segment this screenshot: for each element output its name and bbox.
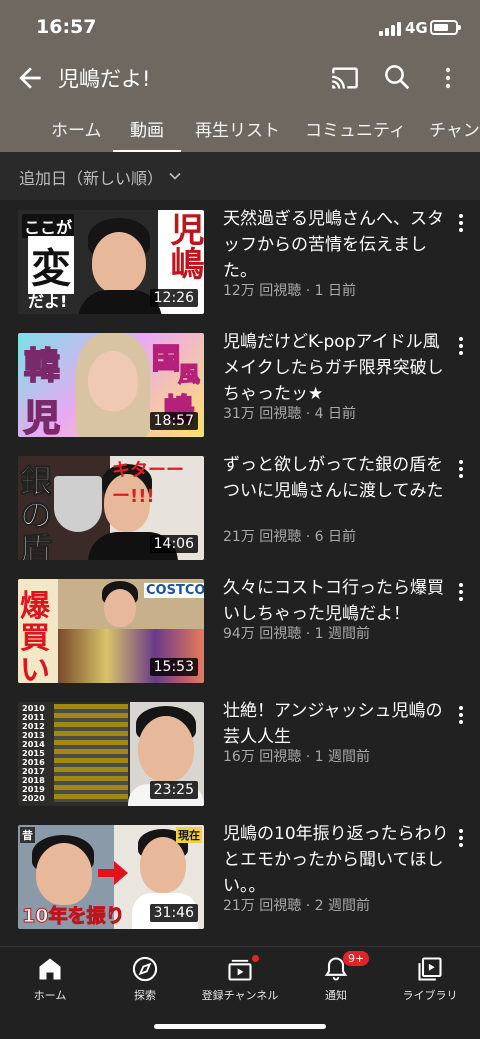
video-thumbnail[interactable]: 韓 国 風 児 嶋 18:57	[18, 333, 204, 437]
video-item[interactable]: ここが 変 だよ! 児嶋 12:26 天然過ぎる児嶋さんへ、スタッフからの苦情を…	[0, 200, 480, 323]
video-duration: 14:06	[149, 535, 198, 553]
thumb-text: キターーー!!!	[112, 460, 184, 507]
thumb-text: 現在	[176, 827, 202, 843]
video-item[interactable]: 2010 2011 2012 2013 2014 2015 2016 2017 …	[0, 692, 480, 815]
thumb-text: 韓	[23, 345, 61, 388]
tab-playlists[interactable]: 再生リスト	[195, 116, 280, 141]
video-meta: 12万 回視聴 · 1 日前	[223, 283, 356, 299]
thumb-text: だよ!	[28, 292, 68, 311]
nav-notifications[interactable]: 9+ 通知	[288, 951, 384, 1003]
cast-icon[interactable]	[331, 64, 359, 92]
more-vert-icon[interactable]	[455, 583, 467, 603]
video-meta: 21万 回視聴 · 2 週間前	[223, 898, 370, 914]
thumb-text: い	[20, 653, 50, 683]
video-item[interactable]: 銀 の 盾 キターーー!!! 14:06 ずっと欲しがってた銀の盾をついに児嶋さ…	[0, 446, 480, 569]
video-title[interactable]: 壮絶！アンジャッシュ児嶋の芸人人生	[223, 698, 451, 750]
search-icon[interactable]	[382, 62, 412, 92]
thumb-text: 昔	[20, 827, 35, 843]
home-indicator[interactable]	[154, 1024, 326, 1029]
tab-home[interactable]: ホーム	[51, 116, 102, 141]
thumb-text: ここが	[22, 214, 75, 238]
tab-videos[interactable]: 動画	[130, 116, 164, 141]
more-vert-icon[interactable]	[455, 214, 467, 234]
video-meta: 21万 回視聴 · 6 日前	[223, 529, 356, 545]
video-item[interactable]: 昔 現在 10年を振り 31:46 児嶋の10年振り返ったらわりとエモかったから…	[0, 815, 480, 938]
video-item[interactable]: 韓 国 風 児 嶋 18:57 児嶋だけどK-popアイドル風メイクしたらガチ限…	[0, 323, 480, 446]
video-duration: 12:26	[149, 289, 198, 307]
network-label: 4G	[405, 19, 428, 37]
signal-icon	[379, 22, 401, 36]
notification-badge: 9+	[343, 951, 370, 966]
nav-label: 探索	[134, 989, 156, 1002]
more-vert-icon[interactable]	[436, 64, 460, 92]
video-thumbnail[interactable]: 2010 2011 2012 2013 2014 2015 2016 2017 …	[18, 702, 204, 806]
new-content-dot	[252, 955, 259, 962]
channel-tabs: ホーム 動画 再生リスト コミュニティ チャンネル	[0, 102, 480, 152]
nav-explore[interactable]: 探索	[97, 953, 193, 1003]
video-title[interactable]: ずっと欲しがってた銀の盾をついに児嶋さんに渡してみた	[223, 452, 451, 504]
video-meta: 31万 回視聴 · 4 日前	[223, 406, 356, 422]
nav-label: 通知	[325, 989, 347, 1002]
nav-label: ライブラリ	[402, 989, 458, 1002]
video-title[interactable]: 天然過ぎる児嶋さんへ、スタッフからの苦情を伝えました。	[223, 206, 451, 284]
chevron-down-icon	[169, 172, 181, 180]
library-icon	[418, 957, 442, 981]
video-thumbnail[interactable]: COSTCO 爆 買 い 15:53	[18, 579, 204, 683]
sort-selector[interactable]: 追加日（新しい順）	[0, 152, 480, 200]
status-time: 16:57	[36, 16, 97, 38]
thumb-text: 変	[28, 236, 74, 294]
thumb-text: 児	[23, 397, 61, 437]
video-meta: 16万 回視聴 · 1 週間前	[223, 749, 370, 765]
status-bar: 16:57 4G	[0, 0, 480, 56]
explore-icon	[132, 956, 158, 982]
video-duration: 18:57	[149, 412, 198, 430]
video-title[interactable]: 児嶋だけどK-popアイドル風メイクしたらガチ限界突破しちゃったッ★	[223, 329, 451, 407]
battery-icon	[430, 20, 461, 35]
thumb-text: 児嶋	[164, 212, 204, 280]
thumb-text: 盾	[19, 530, 53, 561]
more-vert-icon[interactable]	[455, 706, 467, 726]
video-thumbnail[interactable]: 昔 現在 10年を振り 31:46	[18, 825, 204, 929]
nav-label: 登録チャンネル	[201, 989, 279, 1002]
video-thumbnail[interactable]: ここが 変 だよ! 児嶋 12:26	[18, 210, 204, 314]
video-thumbnail[interactable]: 銀 の 盾 キターーー!!! 14:06	[18, 456, 204, 560]
video-duration: 31:46	[149, 904, 198, 922]
video-duration: 23:25	[149, 781, 198, 799]
home-icon	[39, 958, 61, 980]
nav-home[interactable]: ホーム	[2, 953, 98, 1003]
arrow-right-icon	[98, 861, 128, 885]
thumb-text: COSTCO	[144, 583, 204, 598]
back-arrow-icon[interactable]	[14, 62, 46, 94]
video-duration: 15:53	[149, 658, 198, 676]
video-item[interactable]: COSTCO 爆 買 い 15:53 久々にコストコ行ったら爆買いしちゃった児嶋…	[0, 569, 480, 692]
thumb-text: 10年を振り	[21, 905, 125, 928]
tab-channel[interactable]: チャンネル	[429, 116, 480, 141]
video-title[interactable]: 久々にコストコ行ったら爆買いしちゃった児嶋だよ！	[223, 575, 451, 627]
nav-library[interactable]: ライブラリ	[382, 953, 478, 1003]
nav-label: ホーム	[33, 989, 67, 1002]
more-vert-icon[interactable]	[455, 829, 467, 849]
video-title[interactable]: 児嶋の10年振り返ったらわりとエモかったから聞いてほしい。。	[223, 821, 451, 899]
more-vert-icon[interactable]	[455, 337, 467, 357]
app-bar: 児嶋だよ!	[0, 56, 480, 100]
sort-label: 追加日（新しい順）	[19, 169, 164, 188]
subscriptions-icon	[228, 959, 252, 981]
more-vert-icon[interactable]	[455, 460, 467, 480]
thumb-text: 国	[151, 341, 181, 376]
video-meta: 94万 回視聴 · 1 週間前	[223, 626, 370, 642]
channel-title: 児嶋だよ!	[58, 67, 151, 91]
tab-community[interactable]: コミュニティ	[305, 116, 406, 141]
channel-header: 16:57 4G 児嶋だよ! ホーム 動画 再生リスト コミュニティ チャンネル	[0, 0, 480, 152]
nav-subscriptions[interactable]: 登録チャンネル	[192, 953, 288, 1003]
